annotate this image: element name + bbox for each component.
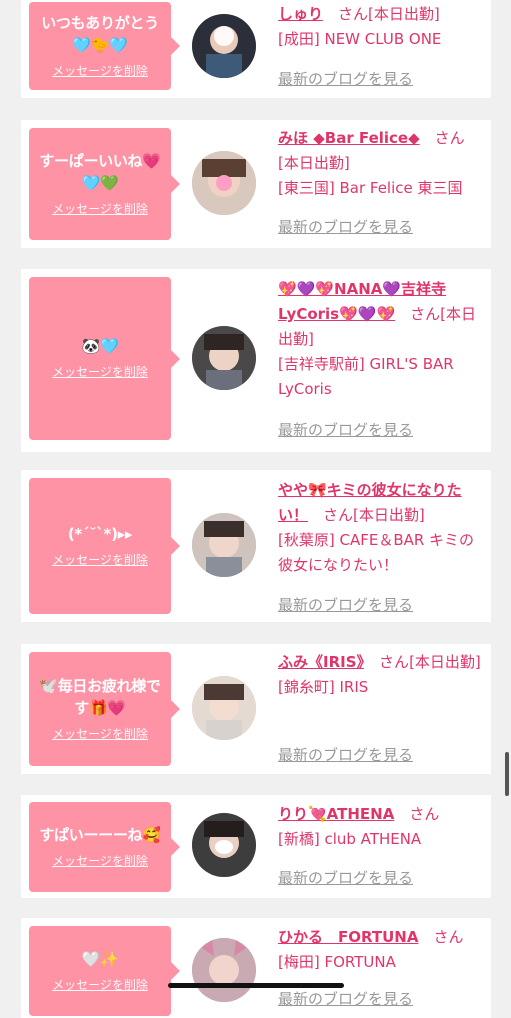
message-card: 🤍✨ メッセージを削除 ひかる FORTUNA さん [梅田] FORTUNA … <box>21 918 491 1018</box>
shop-label: [梅田] FORTUNA <box>278 953 396 971</box>
message-bubble: すーぱーいいね💗🩵💚 メッセージを削除 <box>29 128 180 240</box>
shop-label: [新橋] club ATHENA <box>278 830 422 848</box>
message-card: いつもありがとう🩵🐤🩵 メッセージを削除 しゅり さん[本日出勤] [成田] N… <box>21 0 491 98</box>
work-status: [本日出勤] <box>368 5 440 23</box>
message-card: (*ˊ˘ˋ*)▸▸ メッセージを削除 やや🎀キミの彼女になりたい！ さん[本日出… <box>21 470 491 622</box>
sender-name-link[interactable]: しゅり <box>278 5 323 23</box>
honorific: さん <box>379 653 410 671</box>
message-bubble: 🕊️毎日お疲れ様です🎁💗 メッセージを削除 <box>29 652 180 766</box>
shop-label: [成田] NEW CLUB ONE <box>278 30 442 48</box>
message-bubble: すぱいーーーね🥰 メッセージを削除 <box>29 802 180 892</box>
shop-label: [東三国] Bar Felice 東三国 <box>278 179 463 197</box>
avatar[interactable] <box>192 513 256 577</box>
message-card: すぱいーーーね🥰 メッセージを削除 りり💘ATHENA さん [新橋] club… <box>21 795 491 898</box>
sender-name-link[interactable]: りり💘ATHENA <box>278 805 394 823</box>
sender-name-link[interactable]: みほ ◆Bar Felice◆ <box>278 129 420 147</box>
avatar[interactable] <box>192 938 256 1002</box>
honorific: さん <box>410 305 441 323</box>
message-text: すーぱーいいね💗🩵💚 <box>39 151 161 192</box>
honorific: さん <box>433 928 464 946</box>
shop-label: [錦糸町] IRIS <box>278 678 369 696</box>
delete-message-link[interactable]: メッセージを削除 <box>52 976 148 993</box>
message-bubble: 🤍✨ メッセージを削除 <box>29 926 180 1016</box>
message-text: 🐼🩵 <box>81 337 119 355</box>
avatar[interactable] <box>192 326 256 390</box>
sender-info: 💖💜💖NANA💜吉祥寺LyCoris💖💜💖 さん[本日出勤] [吉祥寺駅前] G… <box>278 277 484 402</box>
latest-blog-link[interactable]: 最新のブログを見る <box>278 419 413 440</box>
sender-name-link[interactable]: ひかる FORTUNA <box>278 928 418 946</box>
latest-blog-link[interactable]: 最新のブログを見る <box>278 594 413 615</box>
latest-blog-link[interactable]: 最新のブログを見る <box>278 867 413 888</box>
sender-info: りり💘ATHENA さん [新橋] club ATHENA <box>278 802 484 852</box>
delete-message-link[interactable]: メッセージを削除 <box>52 725 148 742</box>
avatar[interactable] <box>192 676 256 740</box>
honorific: さん <box>338 5 369 23</box>
message-bubble: (*ˊ˘ˋ*)▸▸ メッセージを削除 <box>29 478 180 614</box>
sender-info: しゅり さん[本日出勤] [成田] NEW CLUB ONE <box>278 2 484 52</box>
work-status: [本日出勤] <box>353 506 425 524</box>
sender-info: ふみ《IRIS》 さん[本日出勤] [錦糸町] IRIS <box>278 650 484 700</box>
message-card: すーぱーいいね💗🩵💚 メッセージを削除 みほ ◆Bar Felice◆ さん [… <box>21 120 491 248</box>
scrollbar[interactable] <box>505 752 509 796</box>
latest-blog-link[interactable]: 最新のブログを見る <box>278 68 413 89</box>
sender-info: みほ ◆Bar Felice◆ さん [本日出勤] [東三国] Bar Feli… <box>278 126 484 201</box>
delete-message-link[interactable]: メッセージを削除 <box>52 363 148 380</box>
message-text: いつもありがとう🩵🐤🩵 <box>41 13 159 54</box>
message-card: 🕊️毎日お疲れ様です🎁💗 メッセージを削除 ふみ《IRIS》 さん[本日出勤] … <box>21 644 491 774</box>
delete-message-link[interactable]: メッセージを削除 <box>52 62 148 79</box>
sender-info: やや🎀キミの彼女になりたい！ さん[本日出勤] [秋葉原] CAFE＆BAR キ… <box>278 478 484 578</box>
message-bubble: 🐼🩵 メッセージを削除 <box>29 277 180 440</box>
avatar[interactable] <box>192 151 256 215</box>
message-bubble: いつもありがとう🩵🐤🩵 メッセージを削除 <box>29 2 180 90</box>
message-text: 🕊️毎日お疲れ様です🎁💗 <box>39 676 161 717</box>
message-card: 🐼🩵 メッセージを削除 💖💜💖NANA💜吉祥寺LyCoris💖💜💖 さん[本日出… <box>21 269 491 452</box>
work-status: [本日出勤] <box>278 154 350 172</box>
message-text: すぱいーーーね🥰 <box>39 825 161 844</box>
sender-name-link[interactable]: ふみ《IRIS》 <box>278 653 364 671</box>
honorific: さん <box>409 805 440 823</box>
latest-blog-link[interactable]: 最新のブログを見る <box>278 744 413 765</box>
message-text: 🤍✨ <box>81 949 119 968</box>
shop-label: [吉祥寺駅前] GIRL'S BAR LyCoris <box>278 355 454 398</box>
avatar[interactable] <box>192 14 256 78</box>
avatar[interactable] <box>192 813 256 877</box>
latest-blog-link[interactable]: 最新のブログを見る <box>278 216 413 237</box>
delete-message-link[interactable]: メッセージを削除 <box>52 200 148 217</box>
work-status: [本日出勤] <box>409 653 481 671</box>
sender-info: ひかる FORTUNA さん [梅田] FORTUNA <box>278 925 484 975</box>
honorific: さん <box>434 129 465 147</box>
honorific: さん <box>323 506 354 524</box>
home-indicator <box>168 983 344 988</box>
delete-message-link[interactable]: メッセージを削除 <box>52 852 148 869</box>
shop-label: [秋葉原] CAFE＆BAR キミの彼女になりたい！ <box>278 531 475 574</box>
message-text: (*ˊ˘ˋ*)▸▸ <box>67 524 133 543</box>
delete-message-link[interactable]: メッセージを削除 <box>52 551 148 568</box>
